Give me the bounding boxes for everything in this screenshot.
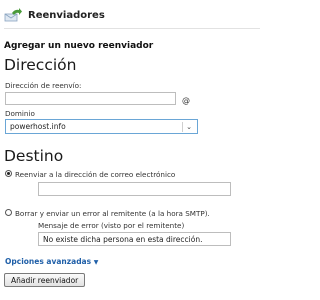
at-symbol: @ — [182, 96, 190, 105]
advanced-options-label[interactable]: Opciones avanzadas — [5, 257, 91, 266]
forward-email-radio[interactable] — [5, 170, 12, 177]
forwarder-arrow-icon — [4, 8, 22, 22]
section-title: Agregar un nuevo reenviador — [4, 41, 154, 51]
forward-email-option-label[interactable]: Reenviar a la dirección de correo electr… — [15, 170, 175, 179]
header-divider — [4, 28, 260, 29]
advanced-options-link[interactable]: Opciones avanzadas ▼ — [5, 257, 98, 266]
forward-address-input[interactable] — [5, 92, 176, 105]
address-heading: Dirección — [4, 56, 77, 74]
error-message-input[interactable] — [38, 232, 231, 246]
chevron-down-icon[interactable]: ⌄ — [182, 122, 195, 132]
caret-down-icon[interactable]: ▼ — [94, 259, 99, 266]
domain-selected-value: powerhost.info — [10, 122, 66, 131]
discard-option-label[interactable]: Borrar y enviar un error al remitente (a… — [15, 209, 210, 218]
forward-address-label: Dirección de reenvío: — [5, 81, 82, 90]
page-header: Reenviadores — [4, 6, 105, 24]
domain-select[interactable]: powerhost.info ⌄ — [5, 119, 198, 134]
page-title: Reenviadores — [28, 9, 105, 21]
destination-heading: Destino — [4, 147, 64, 165]
error-message-label: Mensaje de error (visto por el remitente… — [38, 221, 185, 230]
discard-error-radio[interactable] — [5, 209, 12, 216]
add-forwarder-button[interactable]: Añadir reenviador — [4, 273, 86, 287]
forward-email-input[interactable] — [38, 182, 231, 196]
domain-label: Dominio — [5, 109, 35, 118]
